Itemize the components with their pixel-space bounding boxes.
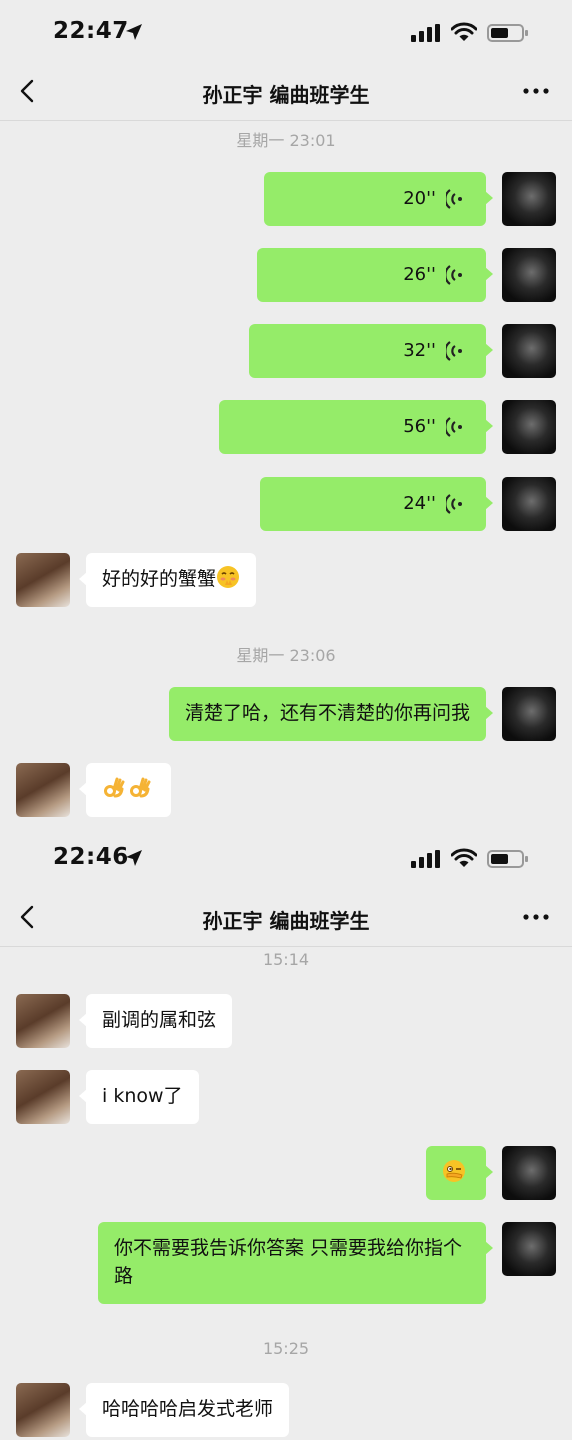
voice-message[interactable]: 32'' — [249, 324, 493, 378]
contact-avatar[interactable] — [16, 994, 70, 1048]
voice-message[interactable]: 20'' — [264, 172, 493, 226]
message-bubble[interactable]: 你不需要我告诉你答案 只需要我给你指个路 — [98, 1222, 493, 1304]
ok-hand-emoji — [130, 777, 151, 798]
my-avatar[interactable] — [502, 400, 556, 454]
shy-face-emoji — [217, 566, 240, 588]
timestamp: 15:14 — [262, 950, 310, 969]
my-avatar[interactable] — [502, 172, 556, 226]
cellular-signal-icon — [411, 24, 440, 42]
message-text: 哈哈哈哈启发式老师 — [102, 1398, 274, 1420]
message-bubble[interactable]: 哈哈哈哈启发式老师 — [78, 1383, 290, 1437]
status-time: 22:47 — [53, 18, 129, 44]
nav-bar: 孙正宇 编曲班学生 — [0, 62, 572, 121]
more-icon[interactable] — [520, 906, 552, 928]
location-arrow-icon — [126, 850, 142, 866]
more-icon[interactable] — [520, 80, 552, 102]
contact-avatar[interactable] — [16, 1070, 70, 1124]
ok-hand-emoji — [104, 777, 125, 798]
message-text: 好的好的蟹蟹 — [102, 568, 217, 590]
peek-face-emoji — [443, 1160, 465, 1182]
my-avatar[interactable] — [502, 248, 556, 302]
voice-duration: 56'' — [403, 416, 436, 437]
my-avatar[interactable] — [502, 1146, 556, 1200]
voice-wave-icon — [446, 341, 462, 361]
battery-icon — [487, 24, 528, 42]
chat-screenshot-2: 22:46 孙正宇 编曲班学生 15:14 副调的属和弦 i know了 你不需… — [0, 826, 572, 1440]
battery-icon — [487, 850, 528, 868]
status-bar: 22:47 — [0, 0, 572, 62]
wifi-icon — [451, 848, 477, 867]
message-bubble[interactable]: 好的好的蟹蟹 — [78, 553, 257, 607]
voice-duration: 20'' — [403, 188, 436, 209]
voice-wave-icon — [446, 265, 462, 285]
message-text: 你不需要我告诉你答案 只需要我给你指个路 — [114, 1237, 463, 1287]
chat-screenshot-1: 22:47 孙正宇 编曲班学生 星期一 23:01 20'' 26'' 32''… — [0, 0, 572, 830]
voice-message[interactable]: 56'' — [219, 400, 493, 454]
contact-avatar[interactable] — [16, 763, 70, 817]
voice-message[interactable]: 26'' — [257, 248, 493, 302]
voice-wave-icon — [446, 494, 462, 514]
wifi-icon — [451, 22, 477, 41]
voice-duration: 24'' — [403, 493, 436, 514]
status-bar: 22:46 — [0, 826, 572, 888]
message-bubble[interactable]: 清楚了哈，还有不清楚的你再问我 — [168, 687, 494, 741]
nav-bar: 孙正宇 编曲班学生 — [0, 888, 572, 947]
message-text: 副调的属和弦 — [102, 1009, 217, 1031]
my-avatar[interactable] — [502, 477, 556, 531]
location-arrow-icon — [126, 24, 142, 40]
my-avatar[interactable] — [502, 324, 556, 378]
timestamp: 星期一 23:01 — [236, 131, 336, 150]
timestamp: 15:25 — [262, 1339, 310, 1358]
chat-title: 孙正宇 编曲班学生 — [202, 909, 370, 933]
emoji-message[interactable] — [79, 763, 171, 817]
voice-message[interactable]: 24'' — [260, 477, 493, 531]
voice-wave-icon — [446, 417, 462, 437]
message-text: 清楚了哈，还有不清楚的你再问我 — [184, 702, 470, 724]
chat-title: 孙正宇 编曲班学生 — [202, 83, 370, 107]
message-bubble[interactable]: i know了 — [79, 1070, 199, 1124]
emoji-message[interactable] — [426, 1146, 493, 1200]
voice-duration: 32'' — [403, 340, 436, 361]
status-time: 22:46 — [53, 844, 129, 870]
my-avatar[interactable] — [502, 687, 556, 741]
contact-avatar[interactable] — [16, 1383, 70, 1437]
message-text: i know了 — [102, 1085, 183, 1107]
cellular-signal-icon — [411, 850, 440, 868]
contact-avatar[interactable] — [16, 553, 70, 607]
timestamp: 星期一 23:06 — [236, 646, 336, 665]
voice-duration: 26'' — [403, 264, 436, 285]
message-bubble[interactable]: 副调的属和弦 — [78, 994, 233, 1048]
my-avatar[interactable] — [502, 1222, 556, 1276]
voice-wave-icon — [446, 189, 462, 209]
